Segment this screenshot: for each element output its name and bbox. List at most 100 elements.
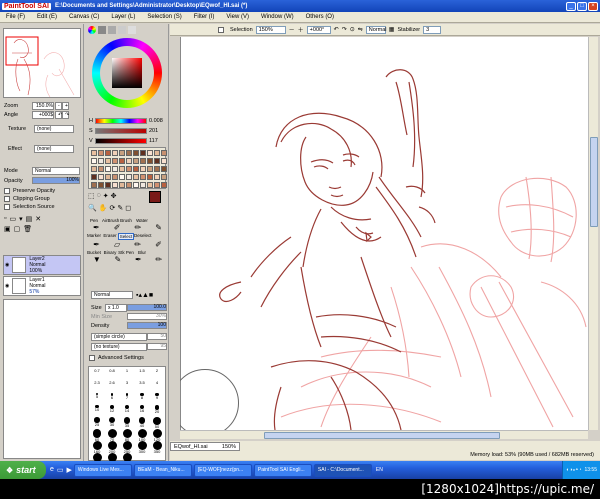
palette-swatch[interactable] [112,158,118,164]
brush-size-preset[interactable]: 5 [90,393,104,405]
palette-swatch[interactable] [140,150,146,156]
reset-rotation-icon[interactable]: ⊙ [350,26,355,33]
brush-size-preset[interactable]: 25 [90,417,104,429]
drawing-canvas[interactable] [171,37,588,437]
brush-size-preset[interactable]: 20 [150,405,164,417]
tool-marker[interactable]: Marker [86,233,102,240]
clock[interactable]: 13:55 [584,467,597,473]
tool-eraser[interactable]: Eraser [102,233,118,240]
rotate-left-button[interactable]: ↶ [55,110,62,119]
palette-swatch[interactable] [105,182,111,188]
zoom-in-button[interactable]: + [62,101,69,110]
brush-size-preset[interactable]: 70 [105,429,119,442]
layer-item-layer2[interactable]: ◉ Layer2 Normal 100% [3,255,81,275]
palette-swatch[interactable] [119,150,125,156]
delete-layer-icon[interactable]: ✕ [35,215,41,223]
brush-size-preset[interactable]: 50 [150,417,164,429]
brush-size-preset[interactable]: 6 [105,393,119,405]
brush-size-preset[interactable]: 250 [120,441,134,454]
clear-layer-icon[interactable]: ▢ [14,225,21,233]
copy-layer-icon[interactable]: ▣ [4,225,11,233]
language-indicator[interactable]: EN [376,467,383,473]
palette-swatch[interactable] [119,174,125,180]
brush-size-preset[interactable]: 3 [120,381,134,393]
min-size-slider[interactable]: 30% [127,313,167,320]
tray-icons[interactable]: ◐◑◒◓◔ [566,467,581,473]
v-slider[interactable] [95,137,147,144]
h-slider[interactable] [95,117,147,124]
palette-swatch[interactable] [161,182,167,188]
view-mode-icon[interactable]: ▦ [389,26,395,33]
close-button[interactable]: × [588,1,598,11]
eye-icon[interactable]: ◉ [5,262,9,268]
saturation-value-square[interactable] [112,58,142,88]
menu-edit[interactable]: Edit (E) [31,14,63,20]
mode-select[interactable]: Normal [32,166,80,175]
palette-swatch[interactable] [119,158,125,164]
brush-size-preset[interactable]: 3.5 [135,381,149,393]
palette-swatch[interactable] [147,166,153,172]
palette-swatch[interactable] [126,174,132,180]
start-button[interactable]: ❖ start [0,461,46,479]
palette-swatch[interactable] [112,182,118,188]
palette-swatch[interactable] [126,158,132,164]
selection-source-checkbox[interactable] [4,203,10,210]
brush-size-preset[interactable]: 80 [120,429,134,442]
brush-texture-amount[interactable]: 95 [147,343,167,350]
rotate-icon[interactable]: ⟳ [109,204,115,212]
rotate-right-button[interactable]: ↷ [62,110,69,119]
palette-swatch[interactable] [126,182,132,188]
navigator-preview[interactable] [3,28,81,98]
palette-swatch[interactable] [161,150,167,156]
palette-swatch[interactable] [140,182,146,188]
rgb-slider-icon[interactable] [98,26,106,34]
texture-select[interactable]: (none) [34,124,74,133]
eye-icon[interactable]: ◉ [5,283,9,289]
swatch-icon[interactable] [118,26,126,34]
merge-icon[interactable]: ▤ [26,215,33,223]
menu-file[interactable]: File (F) [0,14,31,20]
show-desktop-icon[interactable]: ▭ [57,466,64,474]
clipping-group-checkbox[interactable] [4,195,10,202]
palette-swatch[interactable] [154,166,160,172]
palette-swatch[interactable] [154,182,160,188]
color-wheel[interactable] [92,38,162,108]
color-wheel-icon[interactable] [88,26,96,34]
brush-size-preset[interactable]: 40 [135,417,149,429]
palette-swatch[interactable] [98,158,104,164]
size-slider[interactable]: 100.0 [127,304,167,311]
color-swatches[interactable] [88,147,167,189]
brush-size-preset[interactable]: 30 [105,417,119,429]
palette-swatch[interactable] [154,174,160,180]
palette-swatch[interactable] [98,166,104,172]
angle-value[interactable]: +000$ [32,110,54,119]
transfer-icon[interactable]: ▾ [19,215,23,223]
palette-swatch[interactable] [133,158,139,164]
brush-size-preset[interactable]: 10 [90,405,104,417]
palette-swatch[interactable] [112,166,118,172]
advanced-settings-checkbox[interactable] [89,354,95,361]
ie-icon[interactable]: e [50,466,54,474]
brush-size-preset[interactable]: 4 [150,381,164,393]
task-sai-document[interactable]: SAI - C:\Document... [313,463,372,477]
palette-swatch[interactable] [91,182,97,188]
brush-size-preset[interactable]: 60 [90,429,104,441]
main-color-swatch[interactable] [149,191,161,203]
vertical-scrollbar[interactable] [588,37,598,430]
transparent-color-icon[interactable]: ◻ [125,204,131,212]
new-folder-icon[interactable]: ▭ [9,215,16,223]
task-eq-wof[interactable]: [EQ-WOF]nezz(pn... [193,463,252,477]
palette-swatch[interactable] [154,158,160,164]
palette-swatch[interactable] [140,166,146,172]
menu-layer[interactable]: Layer (L) [105,14,141,20]
brush-size-preset[interactable]: 16 [135,405,149,417]
brush-size-preset[interactable]: 8 [135,393,149,405]
palette-swatch[interactable] [98,150,104,156]
palette-swatch[interactable] [140,158,146,164]
palette-swatch[interactable] [161,158,167,164]
zoom-minus-icon[interactable]: － [289,25,295,34]
new-layer-icon[interactable]: ▫ [4,215,6,223]
palette-swatch[interactable] [112,150,118,156]
palette-swatch[interactable] [140,174,146,180]
brush-size-preset[interactable]: 120 [150,429,164,442]
